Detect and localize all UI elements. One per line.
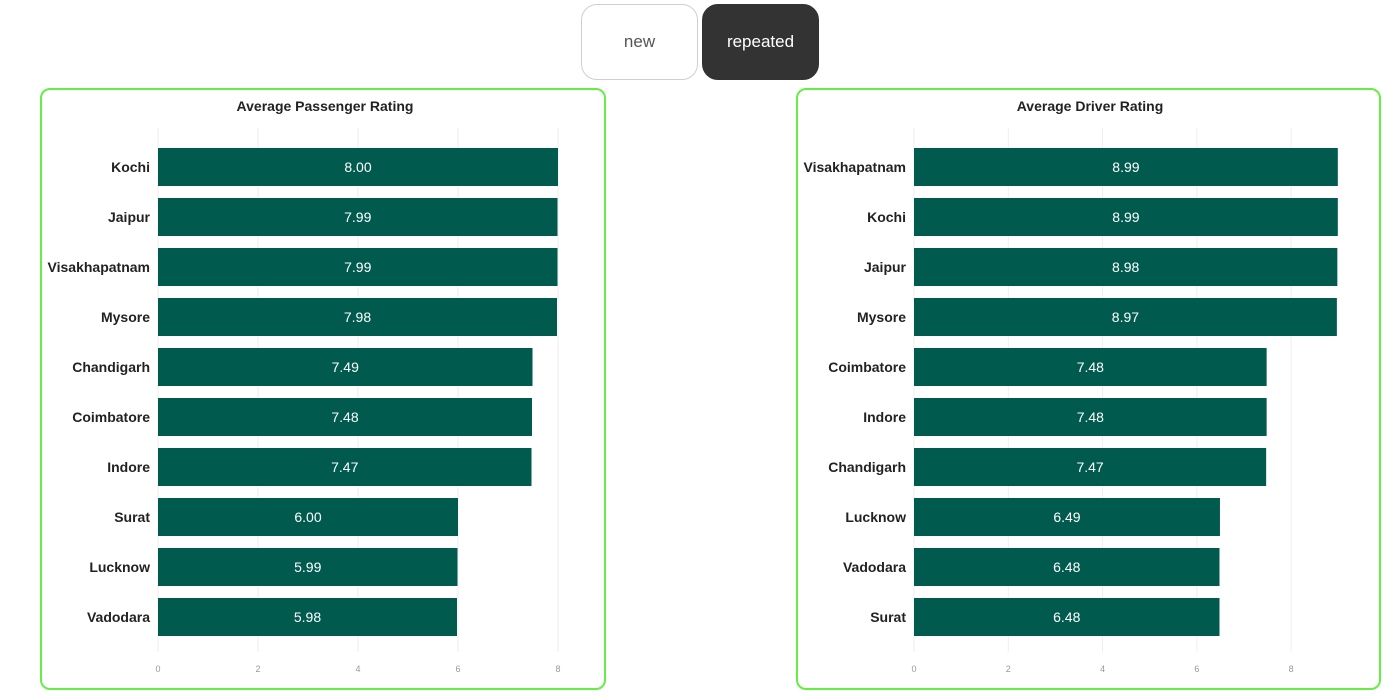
bar-value-label: 8.00 — [344, 159, 371, 175]
bar-value-label: 8.99 — [1112, 159, 1139, 175]
bar-value-label: 7.98 — [344, 309, 371, 325]
driver-rating-chart: Average Driver Rating 0 2 4 6 8 8.99 Visakhapat… — [804, 98, 1338, 674]
driver-rating-panel: Average Driver Rating 0 2 4 6 8 8.99 Visakhapat… — [796, 88, 1381, 690]
category-label: Chandigarh — [72, 359, 150, 375]
bar-value-label: 8.98 — [1112, 259, 1139, 275]
category-label: Indore — [863, 409, 906, 425]
x-tick-label: 2 — [1006, 664, 1011, 674]
passenger-rating-panel: Average Passenger Rating 0 2 4 6 8 8.00 Kochi 7.… — [40, 88, 606, 690]
x-tick-label: 8 — [555, 664, 560, 674]
category-label: Visakhapatnam — [804, 159, 906, 175]
category-label: Coimbatore — [828, 359, 906, 375]
category-label: Mysore — [857, 309, 906, 325]
category-label: Indore — [107, 459, 150, 475]
bar-value-label: 7.48 — [1077, 359, 1104, 375]
x-tick-label: 8 — [1289, 664, 1294, 674]
category-label: Lucknow — [845, 509, 906, 525]
bar-value-label: 8.99 — [1112, 209, 1139, 225]
x-tick-label: 4 — [1100, 664, 1105, 674]
bar-value-label: 6.48 — [1053, 559, 1080, 575]
category-label: Jaipur — [108, 209, 151, 225]
x-tick-label: 6 — [455, 664, 460, 674]
category-label: Chandigarh — [828, 459, 906, 475]
bar-value-label: 7.48 — [331, 409, 358, 425]
category-label: Kochi — [111, 159, 150, 175]
x-tick-label: 4 — [355, 664, 360, 674]
category-label: Vadodara — [843, 559, 906, 575]
bar-value-label: 7.47 — [331, 459, 358, 475]
category-label: Coimbatore — [72, 409, 150, 425]
category-label: Surat — [870, 609, 906, 625]
bar-value-label: 6.00 — [294, 509, 321, 525]
x-tick-label: 2 — [255, 664, 260, 674]
category-label: Lucknow — [89, 559, 150, 575]
category-label: Surat — [114, 509, 150, 525]
bar-value-label: 6.48 — [1053, 609, 1080, 625]
x-tick-label: 0 — [911, 664, 916, 674]
bar-value-label: 7.48 — [1077, 409, 1104, 425]
category-label: Kochi — [867, 209, 906, 225]
bar-value-label: 7.47 — [1076, 459, 1103, 475]
bar-value-label: 7.49 — [332, 359, 359, 375]
toggle-new-button[interactable]: new — [581, 4, 698, 80]
bar-value-label: 5.99 — [294, 559, 321, 575]
chart-title: Average Driver Rating — [1017, 98, 1164, 114]
toggle-repeated-button[interactable]: repeated — [702, 4, 819, 80]
passenger-rating-chart: Average Passenger Rating 0 2 4 6 8 8.00 Kochi 7.… — [48, 98, 561, 674]
chart-title: Average Passenger Rating — [237, 98, 414, 114]
category-label: Vadodara — [87, 609, 150, 625]
category-label: Jaipur — [864, 259, 907, 275]
x-tick-label: 6 — [1194, 664, 1199, 674]
bar-value-label: 7.99 — [344, 259, 371, 275]
bar-value-label: 5.98 — [294, 609, 321, 625]
bar-value-label: 8.97 — [1112, 309, 1139, 325]
category-label: Visakhapatnam — [48, 259, 150, 275]
bar-value-label: 7.99 — [344, 209, 371, 225]
bar-value-label: 6.49 — [1053, 509, 1080, 525]
x-tick-label: 0 — [155, 664, 160, 674]
category-label: Mysore — [101, 309, 150, 325]
